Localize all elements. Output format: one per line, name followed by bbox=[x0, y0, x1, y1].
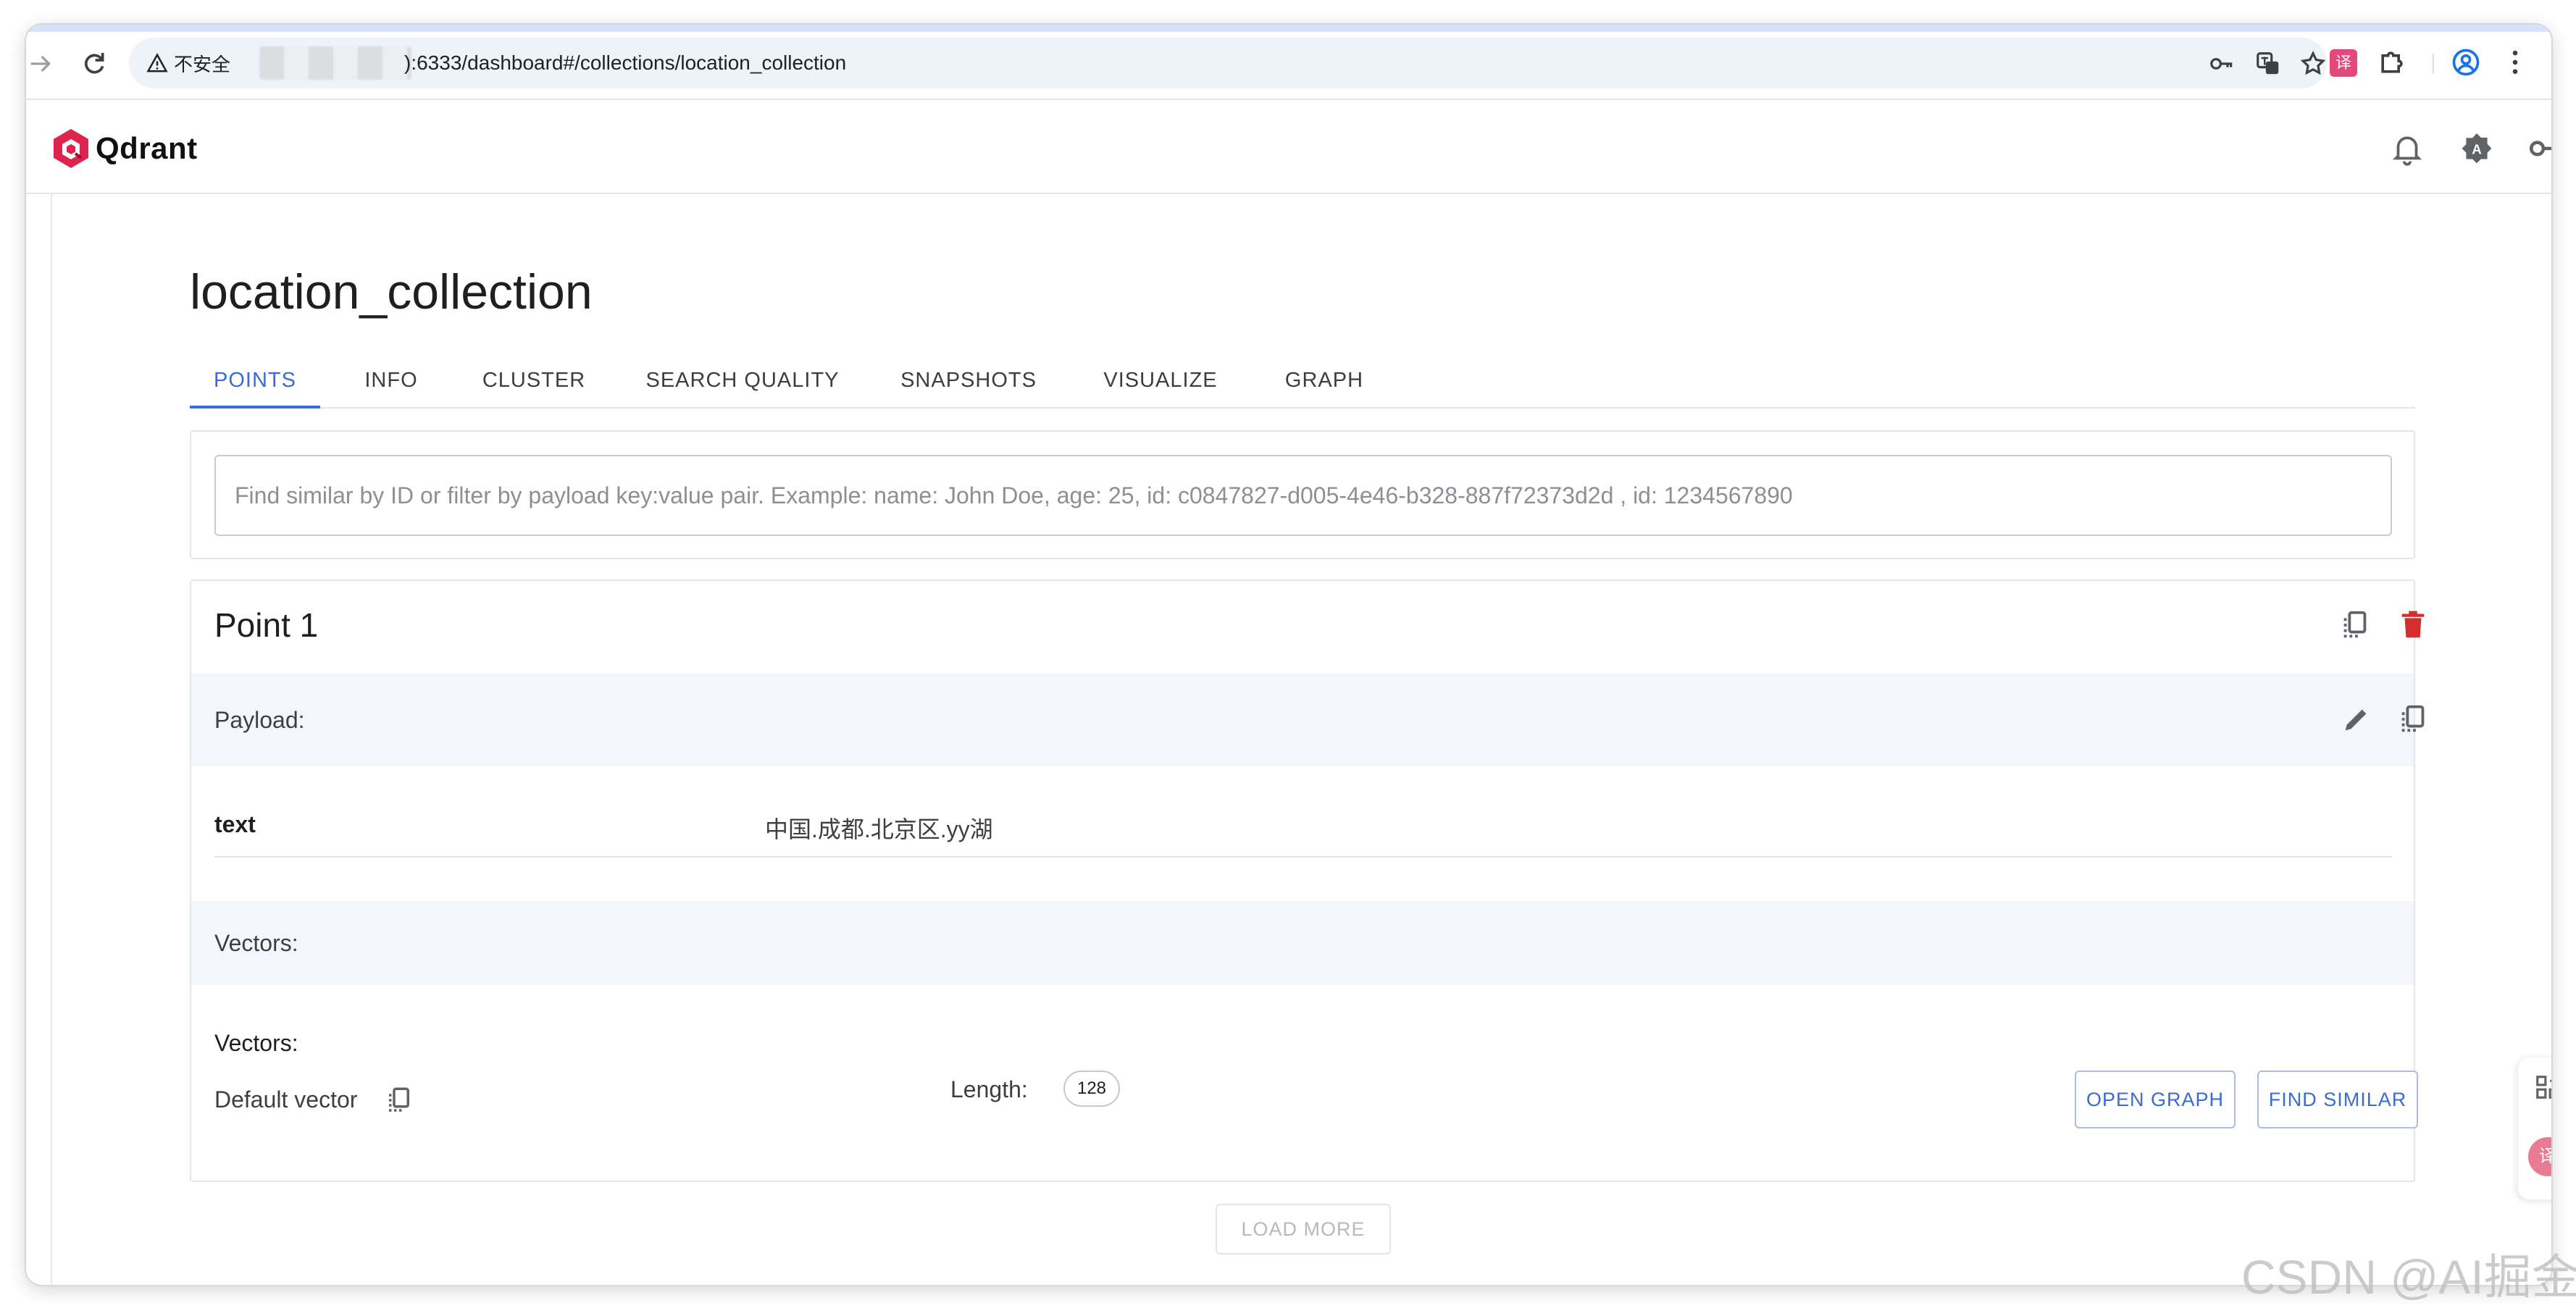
open-graph-button[interactable]: OPEN GRAPH bbox=[2075, 1071, 2236, 1128]
profile-icon[interactable] bbox=[2450, 46, 2482, 78]
app-header: Qdrant A bbox=[26, 100, 2551, 194]
tab-snapshots[interactable]: SNAPSHOTS bbox=[874, 352, 1063, 409]
load-more-button[interactable]: LOAD MORE bbox=[1216, 1204, 1391, 1255]
floating-translate-icon[interactable]: 译 bbox=[2528, 1137, 2551, 1176]
vectors-label: Vectors: bbox=[214, 930, 298, 956]
active-tab-indicator bbox=[190, 406, 320, 409]
copy-payload-icon[interactable] bbox=[2396, 703, 2430, 736]
vector-name: Default vector bbox=[214, 1086, 358, 1113]
payload-row: text 中国.成都.北京区.yy湖 bbox=[214, 791, 2392, 858]
browser-toolbar: 不安全 ):6333/dashboard#/collections/locati… bbox=[26, 25, 2551, 100]
payload-label: Payload: bbox=[214, 707, 305, 733]
edit-icon[interactable] bbox=[2340, 703, 2373, 736]
length-label: Length: bbox=[950, 1076, 1028, 1102]
tab-info[interactable]: INFO bbox=[335, 352, 448, 409]
vectors-sub-label: Vectors: bbox=[214, 1030, 298, 1056]
vectors-section-header: Vectors: bbox=[191, 901, 2414, 985]
search-card bbox=[190, 430, 2415, 559]
payload-section-header: Payload: bbox=[191, 674, 2425, 766]
security-label: 不安全 bbox=[174, 53, 231, 75]
tab-search-quality[interactable]: SEARCH QUALITY bbox=[623, 352, 862, 409]
delete-icon[interactable] bbox=[2396, 608, 2430, 642]
watermark: CSDN @AI掘金 bbox=[2241, 1250, 2576, 1304]
security-indicator[interactable]: 不安全 bbox=[146, 50, 230, 76]
theme-icon[interactable]: A bbox=[2459, 130, 2495, 167]
star-icon[interactable] bbox=[2299, 50, 2327, 78]
tab-points[interactable]: POINTS bbox=[190, 352, 320, 409]
tab-graph[interactable]: GRAPH bbox=[1259, 352, 1389, 409]
bell-icon[interactable] bbox=[2389, 130, 2425, 167]
translate-icon[interactable] bbox=[2254, 50, 2282, 78]
browser-window: 不安全 ):6333/dashboard#/collections/locati… bbox=[26, 25, 2551, 1285]
brand-logo[interactable]: Qdrant bbox=[52, 127, 198, 169]
svg-text:A: A bbox=[2472, 141, 2482, 156]
tab-visualize[interactable]: VISUALIZE bbox=[1075, 352, 1246, 409]
page-title: location_collection bbox=[190, 264, 593, 319]
api-key-icon[interactable] bbox=[2527, 130, 2551, 167]
url-text[interactable]: ):6333/dashboard#/collections/location_c… bbox=[404, 50, 846, 76]
collection-tabs: POINTS INFO CLUSTER SEARCH QUALITY SNAPS… bbox=[190, 352, 2415, 409]
tab-cluster[interactable]: CLUSTER bbox=[459, 352, 609, 409]
extensions-icon[interactable] bbox=[2376, 46, 2408, 78]
search-input[interactable] bbox=[214, 455, 2392, 536]
find-similar-button[interactable]: FIND SIMILAR bbox=[2257, 1071, 2418, 1128]
point-title: Point 1 bbox=[214, 606, 319, 644]
length-chip: 128 bbox=[1063, 1071, 1120, 1107]
tab-strip bbox=[26, 25, 2551, 32]
main-content: location_collection POINTS INFO CLUSTER … bbox=[26, 194, 2551, 1285]
payload-key: text bbox=[214, 811, 256, 837]
toolbar-divider bbox=[2433, 54, 2434, 74]
redacted-host bbox=[259, 46, 411, 80]
menu-icon[interactable] bbox=[2499, 46, 2531, 78]
extension-translate-icon[interactable]: 译 bbox=[2330, 49, 2357, 77]
payload-value: 中国.成都.北京区.yy湖 bbox=[765, 816, 993, 842]
grid-add-icon[interactable] bbox=[2534, 1073, 2551, 1101]
address-bar[interactable]: 不安全 ):6333/dashboard#/collections/locati… bbox=[129, 38, 2327, 88]
sidebar-edge bbox=[51, 194, 52, 1285]
forward-icon[interactable] bbox=[26, 49, 55, 78]
copy-icon[interactable] bbox=[2338, 608, 2372, 642]
copy-vector-icon[interactable] bbox=[384, 1085, 414, 1115]
point-card: Point 1 Payload: text 中国.成都.北京区.yy湖 Vect… bbox=[190, 579, 2425, 1182]
floating-side-toolbar: 译 bbox=[2518, 1057, 2551, 1199]
reload-icon[interactable] bbox=[80, 49, 109, 78]
qdrant-logo-icon bbox=[52, 127, 90, 169]
key-icon[interactable] bbox=[2208, 50, 2236, 78]
brand-name: Qdrant bbox=[96, 131, 198, 165]
warning-icon bbox=[146, 52, 168, 74]
